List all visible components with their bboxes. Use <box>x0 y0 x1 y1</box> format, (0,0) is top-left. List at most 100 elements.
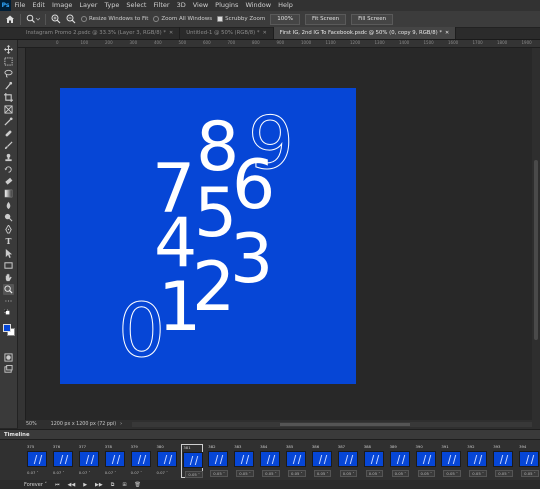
previous-frame-icon[interactable]: ◀◀ <box>67 482 75 488</box>
frame-tool-icon[interactable] <box>3 104 14 115</box>
frame-delay-select[interactable]: 0.05 ˅ <box>339 470 358 477</box>
timeline-frame[interactable]: 391 0.05 ˅ <box>440 444 462 478</box>
frame-delay-select[interactable]: 0.05 ˅ <box>469 470 487 477</box>
menu-image[interactable]: Image <box>48 0 75 11</box>
frame-delay-select[interactable]: 0.05 ˅ <box>365 470 384 477</box>
brush-tool-icon[interactable] <box>3 140 14 151</box>
timeline-frame[interactable]: 390 0.05 ˅ <box>415 444 437 478</box>
hand-tool-icon[interactable] <box>3 272 14 283</box>
timeline-frame[interactable]: 379 0.07 ˅ <box>130 444 152 478</box>
timeline-frame[interactable]: 388 0.05 ˅ <box>363 444 385 478</box>
home-icon[interactable] <box>5 14 15 25</box>
next-frame-icon[interactable]: ▶▶ <box>95 482 103 488</box>
frame-delay-select[interactable]: 0.05 ˅ <box>391 470 410 477</box>
close-icon[interactable]: ✕ <box>445 30 449 36</box>
history-brush-tool-icon[interactable] <box>3 164 14 175</box>
frame-delay-select[interactable]: 0.05 ˅ <box>313 470 332 477</box>
document-canvas[interactable]: 7 8 9 4 5 6 1 2 3 0 <box>60 88 356 384</box>
timeline-frame[interactable]: 377 0.07 ˅ <box>78 444 100 478</box>
screen-mode-icon[interactable] <box>3 364 14 375</box>
menu-type[interactable]: Type <box>101 0 123 11</box>
default-colors-icon[interactable] <box>3 308 14 319</box>
more-tools-icon[interactable]: ··· <box>3 296 14 307</box>
rectangle-tool-icon[interactable] <box>3 260 14 271</box>
clone-stamp-tool-icon[interactable] <box>3 152 14 163</box>
zoom-all-windows-checkbox[interactable]: Zoom All Windows <box>153 16 212 22</box>
trash-icon[interactable]: 🗑 <box>135 482 141 488</box>
frame-delay-select[interactable]: 0.05 ˅ <box>210 470 228 477</box>
marquee-tool-icon[interactable] <box>3 56 14 67</box>
frame-delay-select[interactable]: 0.05 ˅ <box>236 470 254 477</box>
horizontal-scrollbar-thumb[interactable] <box>280 423 410 426</box>
close-icon[interactable]: ✕ <box>169 30 173 36</box>
loop-options-select[interactable]: Forever ˅ <box>24 482 47 488</box>
menu-3d[interactable]: 3D <box>173 0 189 11</box>
tab-instagram-promo[interactable]: Instagram Promo 2.psdc @ 33.3% (Layer 3,… <box>20 27 181 39</box>
frame-delay-select[interactable]: 0.05 ˅ <box>443 470 461 477</box>
fill-screen-button[interactable]: Fill Screen <box>351 13 394 25</box>
zoom-tool-active-icon[interactable] <box>3 284 14 295</box>
frame-delay-select[interactable]: 0.07 ˅ <box>105 470 117 475</box>
menu-view[interactable]: View <box>189 0 211 11</box>
healing-brush-tool-icon[interactable] <box>3 128 14 139</box>
path-selection-tool-icon[interactable] <box>3 248 14 259</box>
timeline-title[interactable]: Timeline <box>4 432 30 438</box>
menu-window[interactable]: Window <box>242 0 275 11</box>
frame-delay-select[interactable]: 0.05 ˅ <box>288 470 306 477</box>
eyedropper-tool-icon[interactable] <box>3 116 14 127</box>
frame-delay-select[interactable]: 0.05 ˅ <box>521 470 539 477</box>
timeline-frame[interactable]: 384 0.05 ˅ <box>259 444 281 478</box>
timeline-frame[interactable]: 389 0.05 ˅ <box>389 444 411 478</box>
frame-delay-select[interactable]: 0.07 ˅ <box>53 470 65 475</box>
frame-delay-select[interactable]: 0.05 ˅ <box>417 470 436 477</box>
frame-delay-select[interactable]: 0.07 ˅ <box>157 470 169 475</box>
timeline-frame[interactable]: 394 0.05 ˅ <box>518 444 540 478</box>
quick-selection-tool-icon[interactable] <box>3 80 14 91</box>
timeline-frame[interactable]: 386 0.05 ˅ <box>311 444 333 478</box>
foreground-color-swatch[interactable] <box>3 324 11 332</box>
zoom-100-button[interactable]: 100% <box>270 13 300 25</box>
menu-filter[interactable]: Filter <box>150 0 173 11</box>
resize-windows-checkbox[interactable]: Resize Windows to Fit <box>81 16 148 22</box>
menu-plugins[interactable]: Plugins <box>212 0 242 11</box>
frame-delay-select[interactable]: 0.05 ˅ <box>262 470 280 477</box>
timeline-frame[interactable]: 382 0.05 ˅ <box>207 444 229 478</box>
zoom-tool-icon[interactable] <box>26 14 40 25</box>
scrubby-zoom-checkbox[interactable]: Scrubby Zoom <box>217 16 265 22</box>
menu-help[interactable]: Help <box>275 0 297 11</box>
zoom-in-icon[interactable] <box>51 14 61 25</box>
vertical-scrollbar-thumb[interactable] <box>534 160 538 340</box>
duplicate-frame-icon[interactable]: ⊞ <box>122 482 126 488</box>
move-tool-icon[interactable] <box>3 44 14 55</box>
first-frame-icon[interactable]: ⏮ <box>55 482 60 488</box>
timeline-frame[interactable]: 380 0.07 ˅ <box>156 444 178 478</box>
frame-delay-select[interactable]: 0.07 ˅ <box>131 470 143 475</box>
timeline-frame[interactable]: 376 0.07 ˅ <box>52 444 74 478</box>
quick-mask-icon[interactable] <box>3 352 14 363</box>
zoom-out-icon[interactable] <box>66 14 76 25</box>
lasso-tool-icon[interactable] <box>3 68 14 79</box>
tab-first-ig[interactable]: First IG, 2nd IG To Facebook.psdc @ 50% … <box>273 27 457 39</box>
frame-delay-select[interactable]: 0.07 ˅ <box>27 470 39 475</box>
menu-edit[interactable]: Edit <box>29 0 49 11</box>
frame-delay-select[interactable]: 0.07 ˅ <box>79 470 91 475</box>
zoom-level[interactable]: 50% <box>18 422 45 427</box>
type-tool-icon[interactable]: T <box>3 236 14 247</box>
play-icon[interactable]: ▶ <box>83 482 87 488</box>
timeline-frame[interactable]: 392 0.05 ˅ <box>466 444 488 478</box>
gradient-tool-icon[interactable] <box>3 188 14 199</box>
chevron-right-icon[interactable]: › <box>116 422 122 427</box>
tab-untitled-1[interactable]: Untitled-1 @ 50% (RGB/8) * ✕ <box>180 27 274 39</box>
blur-tool-icon[interactable] <box>3 200 14 211</box>
eraser-tool-icon[interactable] <box>3 176 14 187</box>
timeline-frame[interactable]: 381 0.05 ˅ <box>181 444 204 478</box>
timeline-frame[interactable]: 393 0.05 ˅ <box>492 444 514 478</box>
dodge-tool-icon[interactable] <box>3 212 14 223</box>
tween-icon[interactable]: ⧉ <box>111 482 115 488</box>
timeline-frame[interactable]: 378 0.07 ˅ <box>104 444 126 478</box>
frame-delay-select[interactable]: 0.05 ˅ <box>495 470 513 477</box>
fit-screen-button[interactable]: Fit Screen <box>304 13 347 25</box>
timeline-frame[interactable]: 375 0.07 ˅ <box>26 444 48 478</box>
menu-file[interactable]: File <box>11 0 29 11</box>
crop-tool-icon[interactable] <box>3 92 14 103</box>
